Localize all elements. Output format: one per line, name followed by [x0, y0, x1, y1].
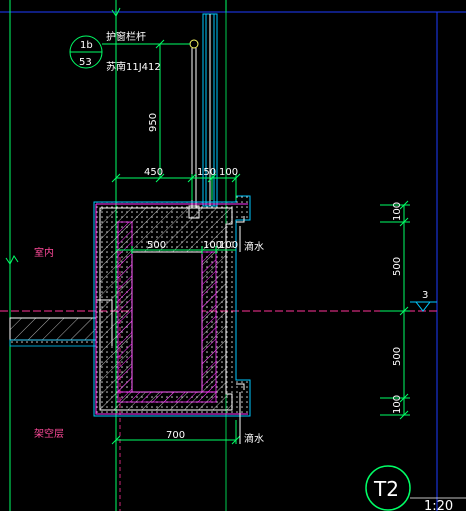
callout-top-number: 1b [80, 40, 93, 51]
detail-tag-text: T2 [373, 477, 399, 501]
dim-right-top: 100 [392, 202, 403, 221]
right-dimension-chain [380, 200, 410, 420]
level-marker [410, 301, 437, 312]
label-indoor: 室内 [34, 246, 54, 259]
dim-top-right: 100 [219, 167, 238, 178]
dim-inner-width: 500 [147, 240, 166, 251]
dim-bottom-width: 700 [166, 430, 185, 441]
guard-rail [188, 39, 200, 219]
callout-title: 护窗栏杆 [106, 30, 146, 43]
label-level-mark: 3 [422, 290, 428, 301]
label-drip-top: 滴水 [244, 240, 264, 253]
dim-rail-height: 950 [148, 113, 159, 132]
detail-callout[interactable]: 1b 53 护窗栏杆 苏南11J412 [69, 30, 190, 73]
detail-tag[interactable]: T2 1:20 [365, 465, 466, 511]
dim-right-upper: 500 [392, 257, 403, 276]
dim-right-lower: 500 [392, 347, 403, 366]
bay-window-section [93, 195, 251, 417]
dim-right-bottom: 100 [392, 395, 403, 414]
detail-scale: 1:20 [424, 499, 453, 511]
dim-top-mid: 150 [197, 167, 216, 178]
dim-inner-right-b: 100 [219, 240, 238, 251]
label-overhead: 架空层 [34, 427, 64, 440]
cad-drawing-canvas[interactable]: 1b 53 护窗栏杆 苏南11J412 950 450 150 100 500 … [0, 0, 466, 511]
callout-bottom-number: 53 [79, 57, 92, 68]
label-drip-bottom: 滴水 [244, 432, 264, 445]
callout-reference: 苏南11J412 [106, 60, 161, 73]
dim-top-left: 450 [144, 167, 163, 178]
